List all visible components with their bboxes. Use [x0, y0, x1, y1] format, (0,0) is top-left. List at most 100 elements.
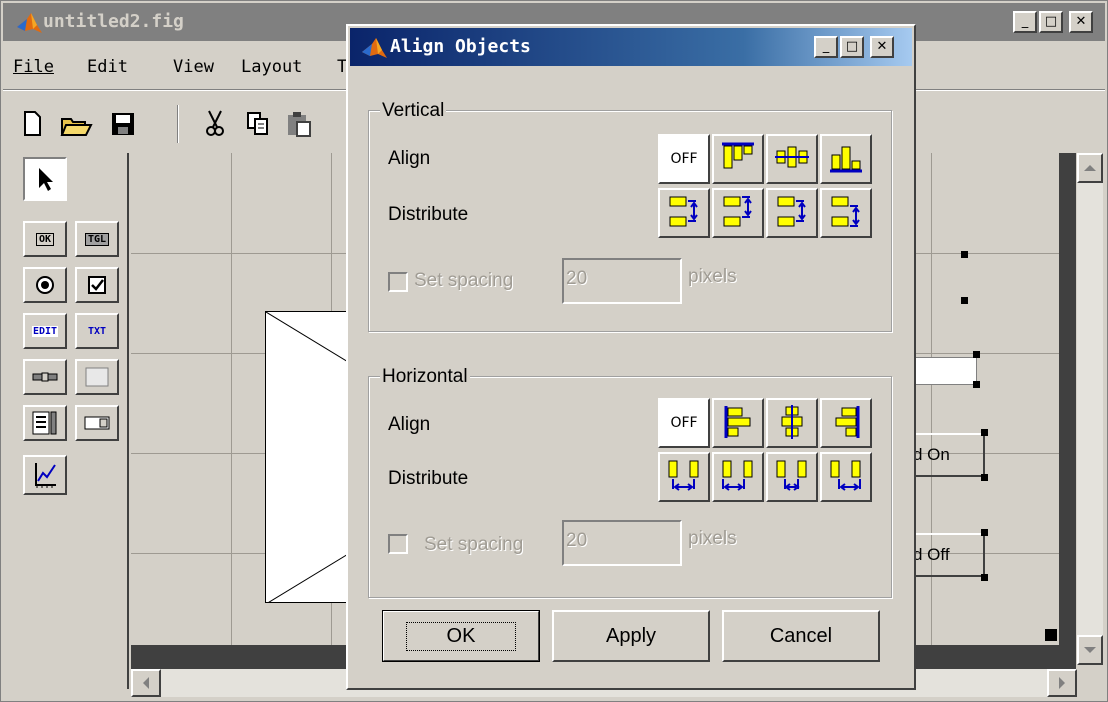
vertical-align-off-button[interactable]: OFF	[658, 134, 710, 184]
listbox-tool[interactable]	[23, 405, 67, 441]
scroll-up-button[interactable]	[1077, 153, 1103, 183]
main-window-title: untitled2.fig	[43, 11, 184, 32]
vertical-align-label: Align	[388, 148, 431, 169]
align-middle-button[interactable]	[766, 134, 818, 184]
copy-icon[interactable]	[245, 109, 271, 144]
cancel-button[interactable]: Cancel	[722, 610, 880, 662]
horizontal-align-label: Align	[388, 414, 431, 435]
select-arrow-tool[interactable]	[23, 157, 67, 201]
canvas-border-right	[1059, 153, 1076, 653]
menu-layout[interactable]: Layout	[241, 57, 302, 77]
matlab-logo-icon	[15, 11, 43, 40]
vertical-spacing-input[interactable]: 20	[562, 258, 682, 304]
horizontal-units-label: pixels	[688, 528, 737, 549]
vertical-distribute-label: Distribute	[388, 204, 469, 225]
horizontal-spacing-value: 20	[566, 530, 588, 551]
vertical-set-spacing-checkbox[interactable]	[388, 272, 408, 292]
dialog-close-button[interactable]: ✕	[870, 36, 894, 58]
scroll-right-button[interactable]	[1047, 669, 1077, 697]
distribute-vertical-button-4[interactable]	[820, 188, 872, 238]
scroll-down-button[interactable]	[1077, 635, 1103, 665]
ok-button[interactable]: OK	[382, 610, 540, 662]
apply-button-label: Apply	[605, 624, 657, 647]
horizontal-set-spacing-checkbox[interactable]	[388, 534, 408, 554]
cancel-button-label: Cancel	[769, 624, 833, 647]
vertical-spacing-value: 20	[566, 268, 588, 289]
apply-button[interactable]: Apply	[552, 610, 710, 662]
axes-tool[interactable]	[23, 455, 67, 495]
matlab-logo-icon	[360, 36, 388, 65]
push-button-tool[interactable]: OK	[23, 221, 67, 257]
static-text-label: TXT	[87, 325, 107, 337]
horizontal-distribute-label: Distribute	[388, 468, 469, 489]
distribute-vertical-button-3[interactable]	[766, 188, 818, 238]
align-top-button[interactable]	[712, 134, 764, 184]
dialog-minimize-button[interactable]: _	[814, 36, 838, 58]
new-file-icon[interactable]	[19, 109, 45, 144]
edit-text-label: EDIT	[31, 325, 59, 337]
vertical-scrollbar[interactable]	[1077, 153, 1103, 665]
vertical-group-label: Vertical	[380, 100, 447, 122]
minimize-button[interactable]: _	[1013, 11, 1037, 33]
frame-tool[interactable]	[75, 359, 119, 395]
close-button[interactable]: ✕	[1069, 11, 1093, 33]
selection-handle[interactable]	[981, 429, 988, 436]
off-button-label: d Off	[913, 545, 950, 564]
horizontal-group-label: Horizontal	[380, 366, 470, 388]
ok-button-label: OK	[405, 621, 517, 651]
selection-handle[interactable]	[981, 474, 988, 481]
popup-menu-tool[interactable]	[75, 405, 119, 441]
dialog-titlebar[interactable]: Align Objects _ □ ✕	[350, 28, 912, 66]
selection-handle[interactable]	[981, 529, 988, 536]
dialog-title: Align Objects	[390, 36, 531, 57]
horizontal-align-off-button[interactable]: OFF	[658, 398, 710, 448]
open-folder-icon[interactable]	[59, 109, 93, 144]
horizontal-off-label: OFF	[670, 415, 698, 431]
selection-handle[interactable]	[973, 351, 980, 358]
distribute-horizontal-button-2[interactable]	[712, 452, 764, 502]
align-left-button[interactable]	[712, 398, 764, 448]
cut-icon[interactable]	[203, 109, 227, 144]
save-icon[interactable]	[109, 109, 137, 144]
align-objects-dialog: Align Objects _ □ ✕ Vertical Align Distr…	[346, 24, 916, 690]
menu-view[interactable]: View	[173, 57, 214, 77]
on-button-label: d On	[913, 445, 950, 464]
edit-text-widget[interactable]	[911, 357, 977, 385]
menu-edit[interactable]: Edit	[87, 57, 128, 77]
selection-handle[interactable]	[981, 574, 988, 581]
menu-bar: File Edit View Layout T	[3, 53, 403, 83]
paste-icon[interactable]	[285, 109, 313, 144]
static-text-tool[interactable]: TXT	[75, 313, 119, 349]
toolbar-separator	[177, 105, 179, 143]
dialog-maximize-button[interactable]: □	[840, 36, 864, 58]
distribute-horizontal-button-3[interactable]	[766, 452, 818, 502]
selection-handle[interactable]	[961, 251, 968, 258]
align-right-button[interactable]	[820, 398, 872, 448]
scroll-left-button[interactable]	[131, 669, 161, 697]
toggle-button-label: TGL	[84, 232, 110, 246]
distribute-vertical-button-1[interactable]	[658, 188, 710, 238]
component-palette: OK TGL EDIT TXT	[19, 153, 129, 689]
vertical-set-spacing-label: Set spacing	[414, 270, 514, 291]
toggle-button-tool[interactable]: TGL	[75, 221, 119, 257]
vertical-units-label: pixels	[688, 266, 737, 287]
radio-button-tool[interactable]	[23, 267, 67, 303]
distribute-vertical-button-2[interactable]	[712, 188, 764, 238]
horizontal-spacing-input[interactable]: 20	[562, 520, 682, 566]
menu-file[interactable]: File	[13, 57, 54, 77]
slider-tool[interactable]	[23, 359, 67, 395]
distribute-horizontal-button-4[interactable]	[820, 452, 872, 502]
toolbar	[15, 105, 345, 145]
vertical-off-label: OFF	[670, 151, 698, 167]
selection-handle[interactable]	[973, 381, 980, 388]
push-button-label: OK	[35, 232, 55, 246]
horizontal-set-spacing-label: Set spacing	[424, 534, 524, 555]
align-center-button[interactable]	[766, 398, 818, 448]
selection-handle[interactable]	[961, 297, 968, 304]
selection-handle[interactable]	[1045, 629, 1057, 641]
distribute-horizontal-button-1[interactable]	[658, 452, 710, 502]
edit-text-tool[interactable]: EDIT	[23, 313, 67, 349]
align-bottom-button[interactable]	[820, 134, 872, 184]
checkbox-tool[interactable]	[75, 267, 119, 303]
maximize-button[interactable]: □	[1039, 11, 1063, 33]
